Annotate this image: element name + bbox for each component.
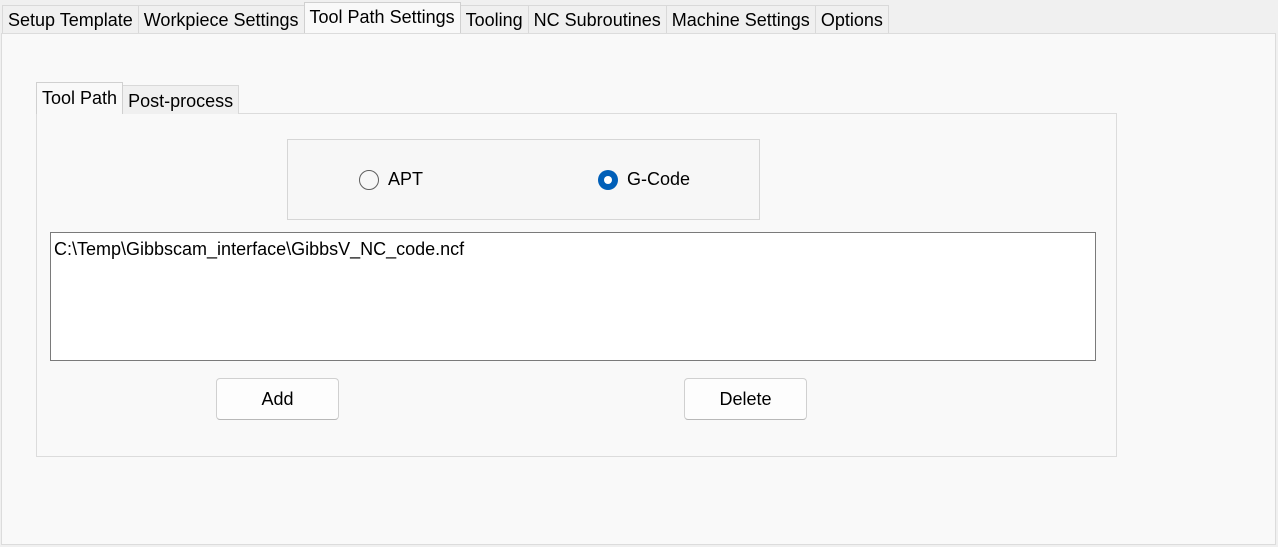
add-button[interactable]: Add [216,378,339,420]
apt-radio-button[interactable] [359,169,379,190]
delete-button[interactable]: Delete [684,378,807,420]
inner-tab-strip: Tool Path Post-process [36,82,240,114]
tab-nc-subroutines[interactable]: NC Subroutines [527,5,667,33]
file-listbox[interactable]: C:\Temp\Gibbscam_interface\GibbsV_NC_cod… [50,232,1096,361]
settings-window: Setup Template Workpiece Settings Tool P… [0,0,1278,547]
apt-radio-option[interactable]: APT [359,169,423,190]
output-format-group: APT G-Code [287,139,760,220]
gcode-radio-label: G-Code [627,169,691,189]
tab-workpiece-settings[interactable]: Workpiece Settings [137,5,305,33]
tab-tooling[interactable]: Tooling [459,5,529,33]
tab-options[interactable]: Options [814,5,889,33]
tab-setup-template[interactable]: Setup Template [2,5,139,33]
tab-machine-settings[interactable]: Machine Settings [665,5,816,33]
top-tab-strip: Setup Template Workpiece Settings Tool P… [2,2,889,33]
tab-tool-path-settings[interactable]: Tool Path Settings [303,2,461,33]
tab-post-process[interactable]: Post-process [122,85,240,114]
gcode-radio-button[interactable] [598,169,618,190]
list-item[interactable]: C:\Temp\Gibbscam_interface\GibbsV_NC_cod… [54,237,1092,261]
apt-radio-label: APT [388,169,424,189]
tab-tool-path[interactable]: Tool Path [36,82,124,114]
gcode-radio-option[interactable]: G-Code [598,169,690,190]
